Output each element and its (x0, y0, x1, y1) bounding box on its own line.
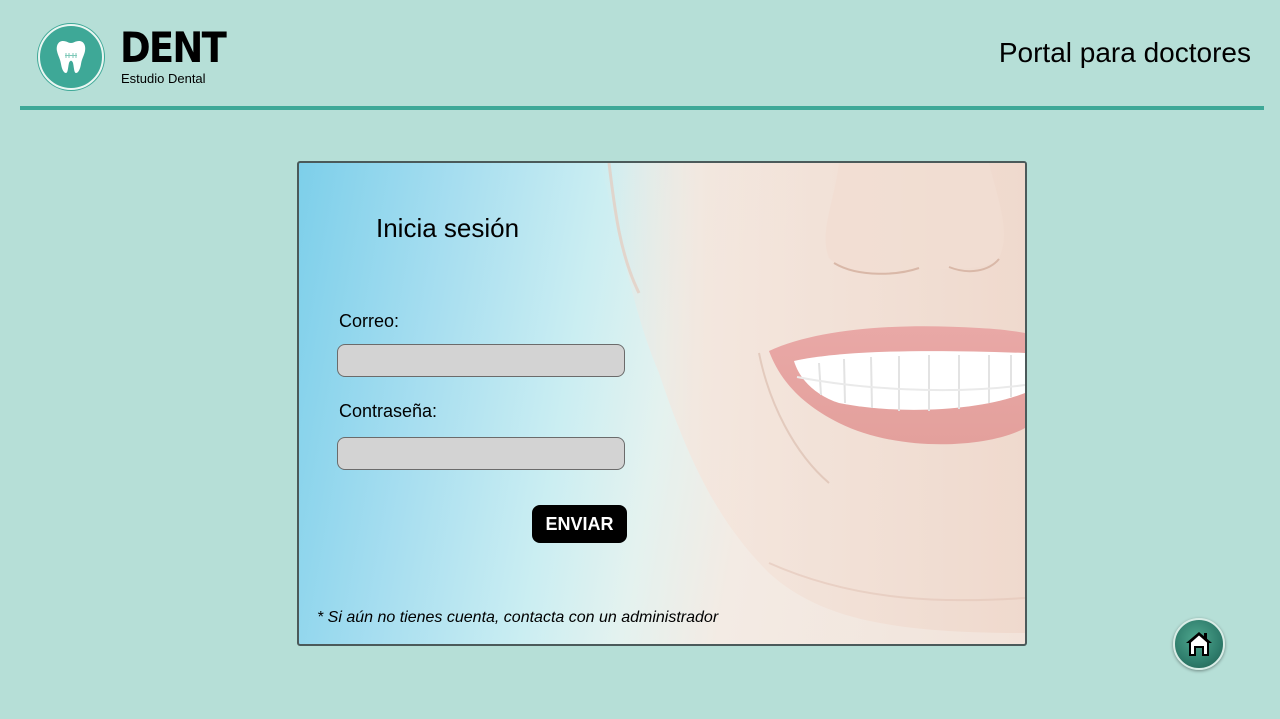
submit-button[interactable]: ENVIAR (532, 505, 627, 543)
account-footnote: * Si aún no tienes cuenta, contacta con … (317, 609, 719, 626)
email-label: Correo: (339, 311, 400, 331)
logo (38, 24, 104, 90)
header-divider (20, 106, 1264, 110)
password-label: Contraseña: (339, 401, 438, 421)
tooth-icon (56, 41, 86, 73)
password-field[interactable] (337, 437, 625, 470)
login-card: Inicia sesión Correo: Contraseña: ENVIAR… (297, 161, 1027, 646)
login-heading: Inicia sesión (376, 213, 520, 243)
email-field[interactable] (337, 344, 625, 377)
page-title: Portal para doctores (998, 37, 1251, 68)
home-button[interactable] (1173, 618, 1225, 670)
login-page: DENT Estudio Dental Portal para doctores (0, 0, 1280, 719)
home-icon (1186, 632, 1212, 656)
brand-subtitle: Estudio Dental (121, 71, 206, 86)
brand-name: DENT (120, 23, 227, 72)
